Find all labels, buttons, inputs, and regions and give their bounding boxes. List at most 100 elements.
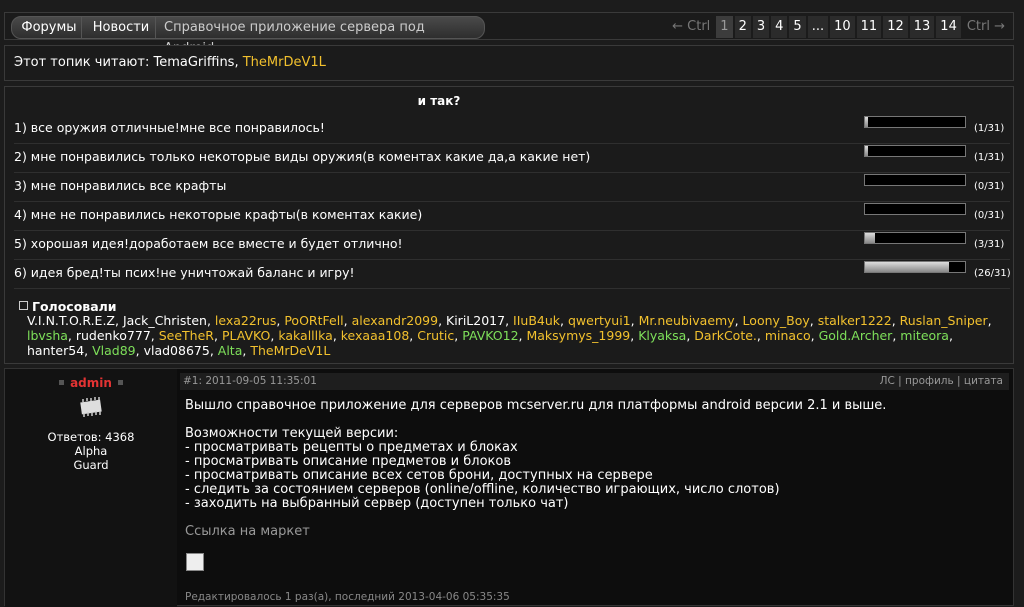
voters-toggle[interactable]: Голосовали (19, 299, 117, 314)
poll: и так? 1) все оружия отличные!мне все по… (4, 86, 1014, 364)
post-meta[interactable]: #1: 2011-09-05 11:35:01 (183, 373, 317, 390)
pager-page[interactable]: 14 (936, 16, 961, 38)
poll-result-bar (864, 174, 966, 186)
voter-name[interactable]: kexaaa108 (341, 328, 410, 343)
voter-name[interactable]: Jack_Christen (123, 313, 207, 328)
author-name[interactable]: admin (70, 376, 112, 390)
poll-option-label: 1) все оружия отличные!мне все понравило… (14, 120, 325, 135)
author-replies: Ответов: 4368 (47, 430, 135, 444)
reader-user[interactable]: TheMrDeV1L (243, 55, 326, 70)
voter-name[interactable]: kakalllka (278, 328, 332, 343)
post-body-line: - просматривать описание всех сетов брон… (185, 468, 653, 483)
voter-name[interactable]: Loony_Boy (743, 313, 810, 328)
poll-option-count: (1/31) (974, 123, 1005, 134)
post-body-line: - следить за состоянием серверов (online… (185, 482, 780, 497)
poll-option: 6) идея бред!ты псих!не уничтожай баланс… (14, 259, 1011, 289)
author-rank: Alpha (74, 444, 108, 458)
voter-name[interactable]: miteora (900, 328, 949, 343)
post-body-line: Возможности текущей версии: (185, 426, 399, 441)
forum-post: admin Ответов: 4368 Alpha Guard #1: 2011… (4, 368, 1014, 607)
voter-name[interactable]: TheMrDeV1L (250, 343, 330, 358)
chip-avatar-icon (80, 397, 102, 417)
poll-result-fill (865, 146, 869, 156)
voter-name[interactable]: DarkCote. (694, 328, 757, 343)
topic-readers: Этот топик читают: TemaGriffins, TheMrDe… (4, 45, 1014, 81)
poll-option: 4) мне не понравились некоторые крафты(в… (14, 201, 1010, 231)
post-body: Вышло справочное приложение для серверов… (185, 399, 1005, 511)
post-body-line: - просматривать рецепты о предметах и бл… (185, 440, 518, 455)
poll-option-count: (3/31) (974, 239, 1005, 250)
pager-page[interactable]: 2 (734, 16, 751, 38)
poll-option-label: 3) мне понравились все крафты (14, 178, 227, 193)
post-body-line: - просматривать описание предметов и бло… (185, 454, 512, 469)
top-bar: Форумы Новости Справочное приложение сер… (4, 12, 1014, 56)
reader-user[interactable]: TemaGriffins (153, 55, 234, 70)
voter-name[interactable]: alexandr2099 (352, 313, 438, 328)
market-link[interactable]: Ссылка на маркет (185, 524, 310, 539)
broken-image-icon[interactable] (186, 553, 204, 571)
breadcrumb-news[interactable]: Новости (81, 16, 161, 39)
pager-page[interactable]: 1 (716, 16, 733, 38)
poll-option-count: (1/31) (974, 152, 1005, 163)
voter-name[interactable]: PLAVKO (222, 328, 270, 343)
voter-name[interactable]: rudenko777 (76, 328, 151, 343)
online-dot-icon (117, 380, 123, 385)
poll-result-bar (864, 261, 966, 273)
breadcrumb-forums[interactable]: Форумы (11, 16, 87, 39)
voters-list: V.I.N.T.O.R.E.Z, Jack_Christen, lexa22ru… (27, 313, 992, 358)
voter-name[interactable]: qwertyui1 (568, 313, 631, 328)
voter-name[interactable]: KiriL2017 (446, 313, 505, 328)
poll-option-label: 6) идея бред!ты псих!не уничтожай баланс… (14, 265, 355, 280)
pager-prev[interactable]: ← Ctrl (668, 16, 714, 38)
voter-name[interactable]: IIuB4uk (513, 313, 560, 328)
voter-name[interactable]: Crutic (417, 328, 454, 343)
author-rank: Guard (73, 458, 109, 472)
voter-name[interactable]: PoORtFell (284, 313, 343, 328)
poll-option: 1) все оружия отличные!мне все понравило… (14, 114, 1010, 144)
pager-page[interactable]: 13 (909, 16, 935, 38)
collapse-icon (19, 301, 28, 310)
poll-option-count: (26/31) (974, 268, 1011, 279)
voter-name[interactable]: SeeTheR (159, 328, 214, 343)
voter-name[interactable]: Mr.neubivaemy (639, 313, 735, 328)
post-body-line: - заходить на выбранный сервер (доступен… (185, 496, 569, 511)
voter-name[interactable]: stalker1222 (818, 313, 892, 328)
pager-page[interactable]: 12 (883, 16, 908, 38)
poll-result-bar (864, 232, 966, 244)
poll-option: 3) мне понравились все крафты (0/31) (14, 172, 1010, 202)
voter-name[interactable]: V.I.N.T.O.R.E.Z (27, 313, 115, 328)
voter-name[interactable]: Klyaksa (638, 328, 686, 343)
pager-page[interactable]: 3 (752, 16, 770, 38)
post-body-line (185, 413, 1005, 427)
poll-result-bar (864, 203, 966, 215)
online-dot-icon (59, 380, 65, 385)
voter-name[interactable]: PAVKO12 (462, 328, 518, 343)
voter-name[interactable]: Ruslan_Sniper (900, 313, 988, 328)
breadcrumb-current-topic: Справочное приложение сервера под Androi… (155, 16, 485, 56)
voter-name[interactable]: Maksymys_1999 (526, 328, 630, 343)
poll-option-count: (0/31) (974, 210, 1005, 221)
voter-name[interactable]: vlad08675 (144, 343, 210, 358)
pagination: ← Ctrl 1 2 3 4 5... 10 11 12 13 14 Ctrl → (668, 16, 1009, 38)
poll-result-bar (864, 145, 966, 157)
voter-name[interactable]: Gold.Archer (819, 328, 893, 343)
pager-page[interactable]: 11 (856, 16, 882, 38)
voter-name[interactable]: hanter54 (27, 343, 84, 358)
pager-page[interactable]: ... (807, 16, 829, 38)
voter-name[interactable]: Vlad89 (92, 343, 136, 358)
author-name-row: admin (5, 376, 177, 390)
pager-page[interactable]: 4 (771, 16, 788, 38)
post-header: #1: 2011-09-05 11:35:01 ЛС | профиль | ц… (180, 373, 1009, 390)
voter-name[interactable]: lbvsha (27, 328, 68, 343)
pager-next[interactable]: Ctrl → (963, 16, 1009, 38)
poll-option-label: 5) хорошая идея!доработаем все вместе и … (14, 236, 403, 251)
voter-name[interactable]: Alta (218, 343, 243, 358)
poll-option-count: (0/31) (974, 181, 1005, 192)
post-action-links[interactable]: ЛС | профиль | цитата (880, 373, 1003, 390)
pager-page[interactable]: 10 (830, 16, 855, 38)
voter-name[interactable]: lexa22rus (215, 313, 276, 328)
poll-option-label: 2) мне понравились только некоторые виды… (14, 149, 591, 164)
pager-page[interactable]: 5 (789, 16, 806, 38)
voter-name[interactable]: minaco (765, 328, 811, 343)
poll-option-label: 4) мне не понравились некоторые крафты(в… (14, 207, 423, 222)
